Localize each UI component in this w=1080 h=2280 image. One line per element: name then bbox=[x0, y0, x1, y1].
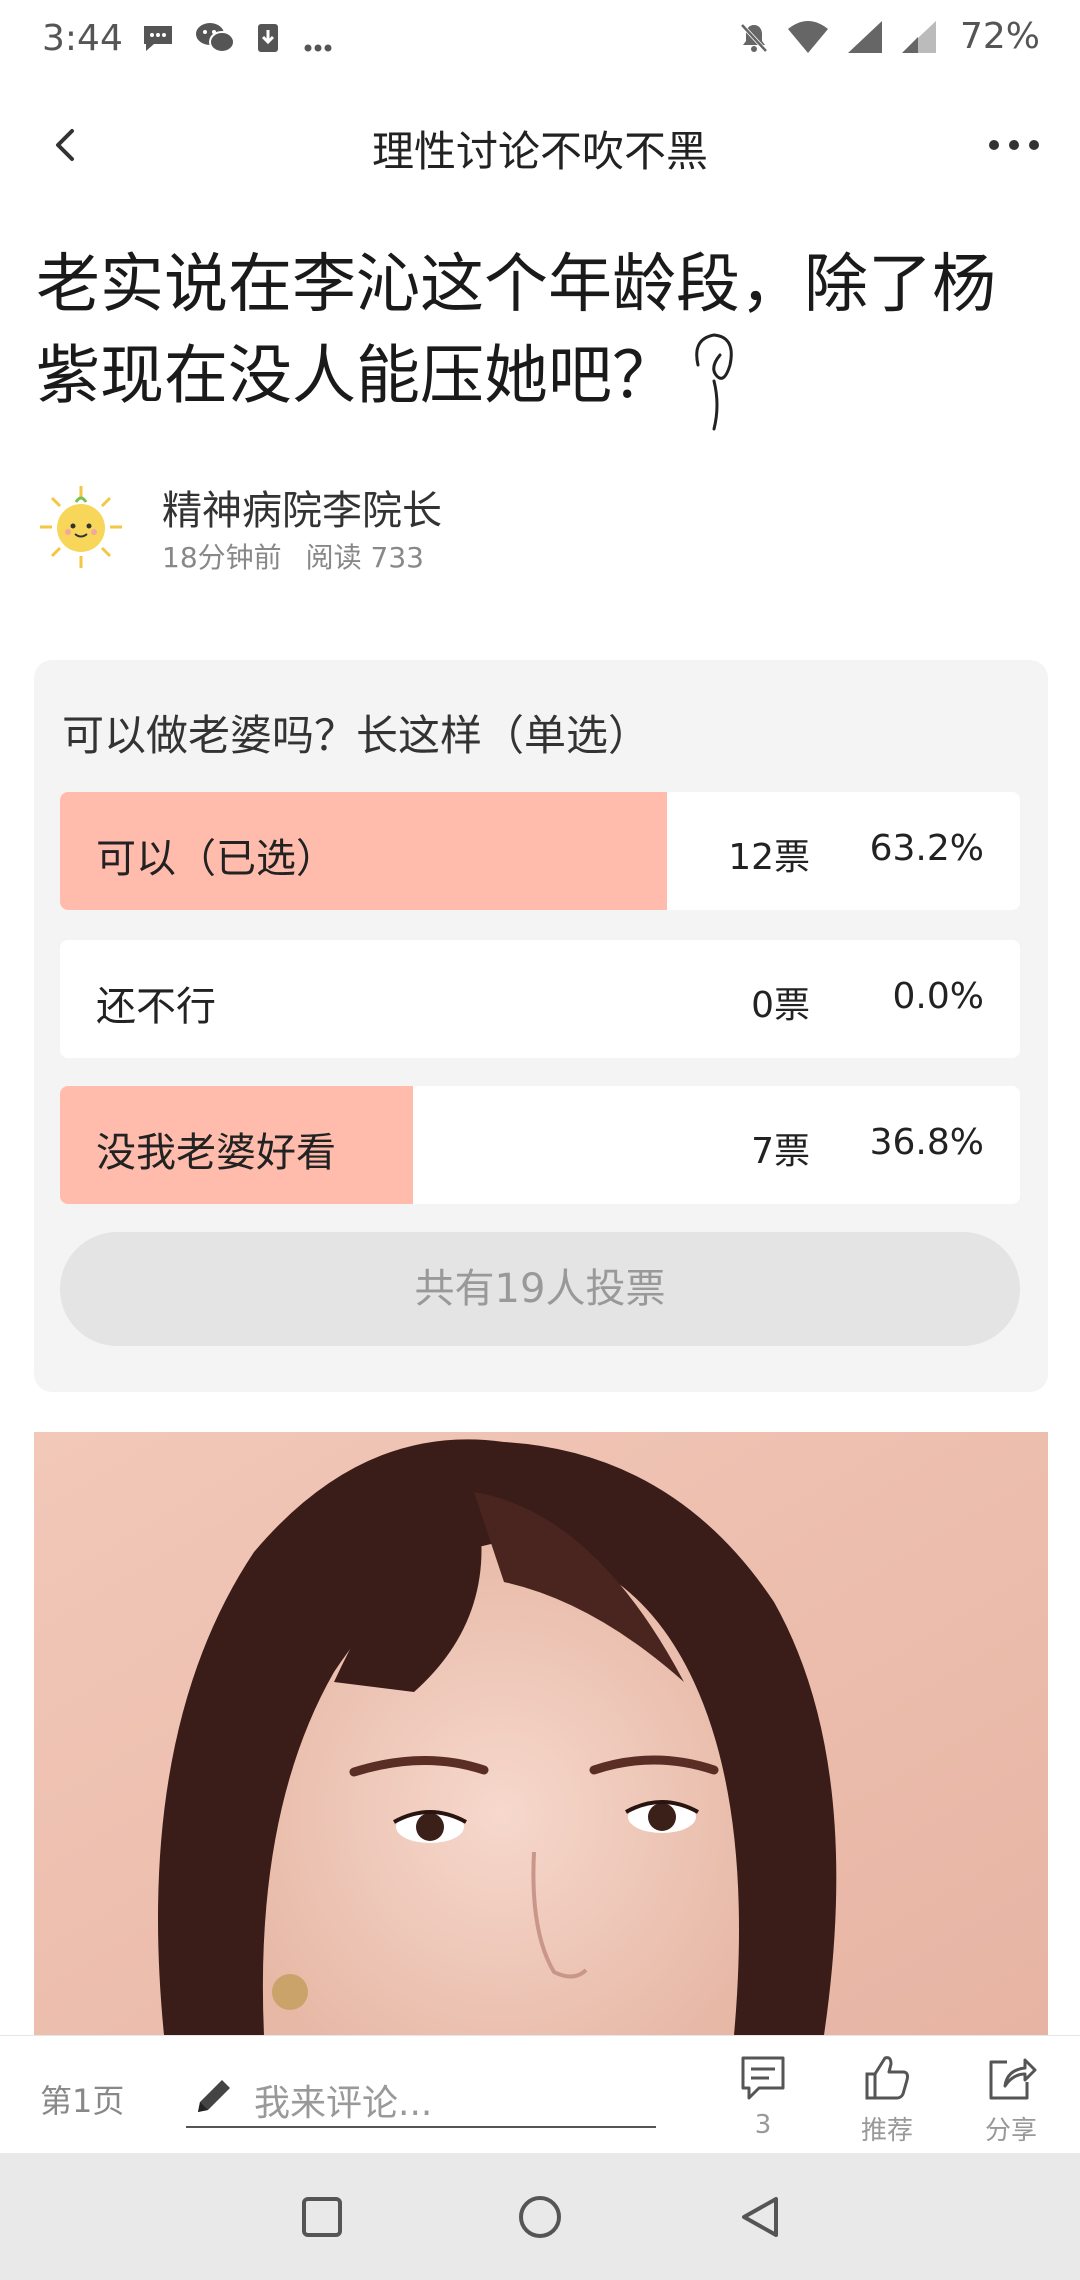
comment-placeholder: 我来评论... bbox=[254, 2083, 433, 2124]
handwritten-squiggle bbox=[695, 333, 733, 431]
back-nav-button[interactable] bbox=[728, 2185, 792, 2249]
poll-option[interactable]: 可以（已选） 12票 63.2% bbox=[60, 792, 1020, 910]
read-count: 阅读 733 bbox=[305, 541, 424, 574]
poll-total-votes: 共有19人投票 bbox=[60, 1232, 1020, 1346]
status-time: 3:44 bbox=[42, 18, 123, 59]
notification-icons bbox=[140, 20, 336, 56]
more-options-button[interactable] bbox=[984, 120, 1044, 170]
recommend-button[interactable]: 推荐 bbox=[842, 2052, 932, 2147]
poll-option-label: 还不行 bbox=[96, 984, 216, 1030]
system-nav-bar bbox=[0, 2153, 1080, 2280]
recommend-label: 推荐 bbox=[860, 2116, 913, 2146]
signal-icon bbox=[847, 20, 882, 53]
status-bar: 3:44 72% bbox=[0, 0, 1080, 80]
poll-option[interactable]: 还不行 0票 0.0% bbox=[60, 940, 1020, 1058]
comment-icon bbox=[741, 2056, 785, 2100]
author-name[interactable]: 精神病院李院长 bbox=[162, 478, 442, 536]
comment-count: 3 bbox=[754, 2110, 772, 2140]
author-meta: 18分钟前 阅读 733 bbox=[162, 536, 448, 576]
share-button[interactable]: 分享 bbox=[966, 2052, 1056, 2147]
poll-option-percent: 63.2% bbox=[869, 828, 984, 869]
square-icon bbox=[302, 2197, 342, 2237]
poll-option-label: 没我老婆好看 bbox=[96, 1130, 336, 1176]
chat-bubble-icon bbox=[144, 26, 172, 51]
pencil-icon bbox=[198, 2080, 230, 2112]
comment-input[interactable]: 我来评论... bbox=[186, 2066, 656, 2128]
mute-icon bbox=[740, 23, 768, 52]
circle-icon bbox=[519, 2196, 561, 2238]
share-label: 分享 bbox=[984, 2116, 1037, 2146]
poll-option[interactable]: 没我老婆好看 7票 36.8% bbox=[60, 1086, 1020, 1204]
top-header: 理性讨论不吹不黑 bbox=[0, 90, 1080, 200]
download-icon bbox=[258, 24, 278, 52]
poll-option-votes: 0票 bbox=[751, 985, 810, 1026]
home-button[interactable] bbox=[508, 2185, 572, 2249]
more-dots-icon bbox=[989, 140, 1039, 150]
wifi-icon bbox=[787, 20, 828, 53]
more-dots-icon bbox=[304, 44, 332, 52]
poll-option-percent: 0.0% bbox=[892, 976, 984, 1017]
triangle-back-icon bbox=[742, 2197, 778, 2237]
signal-weak-icon bbox=[901, 20, 936, 53]
poll-option-votes: 7票 bbox=[751, 1131, 810, 1172]
recents-button[interactable] bbox=[290, 2185, 354, 2249]
comment-button[interactable]: 3 bbox=[718, 2052, 808, 2140]
status-right: 72% bbox=[736, 16, 1040, 57]
post-title: 老实说在李沁这个年龄段，除了杨紫现在没人能压她吧？ bbox=[36, 245, 1046, 435]
poll-card: 可以做老婆吗？长这样（单选） 可以（已选） 12票 63.2% 还不行 0票 0… bbox=[34, 660, 1048, 1392]
poll-option-votes: 12票 bbox=[728, 837, 810, 878]
thumbs-up-icon bbox=[865, 2056, 909, 2100]
post-title-text: 老实说在李沁这个年龄段，除了杨紫现在没人能压她吧？ bbox=[36, 248, 996, 414]
bottom-action-bar: 第1页 我来评论... 3 推荐 分享 bbox=[0, 2035, 1080, 2153]
header-title: 理性讨论不吹不黑 bbox=[371, 127, 708, 176]
poll-option-label: 可以（已选） bbox=[96, 836, 336, 882]
battery-percent: 72% bbox=[959, 16, 1040, 57]
sun-avatar-icon bbox=[36, 482, 126, 572]
share-icon bbox=[989, 2058, 1037, 2100]
wechat-icon bbox=[196, 23, 235, 53]
author-info[interactable]: 精神病院李院长 18分钟前 阅读 733 bbox=[36, 478, 1036, 578]
post-time: 18分钟前 bbox=[162, 541, 282, 574]
post-image[interactable] bbox=[34, 1432, 1048, 2035]
poll-option-percent: 36.8% bbox=[869, 1122, 984, 1163]
page-indicator[interactable]: 第1页 bbox=[40, 2076, 124, 2122]
poll-question: 可以做老婆吗？长这样（单选） bbox=[62, 711, 651, 760]
portrait-photo bbox=[34, 1432, 1048, 2035]
avatar[interactable] bbox=[36, 482, 126, 572]
